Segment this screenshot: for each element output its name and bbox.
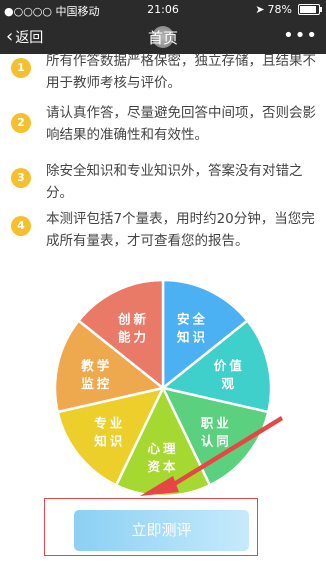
note-text: 本测评包括7个量表，用时约20分钟，当您完成所有量表，才可查看您的报告。 xyxy=(46,211,315,249)
battery-percent: 78% xyxy=(267,3,292,16)
battery-icon xyxy=(298,4,322,15)
pie-label-1-line1: 安全 xyxy=(177,312,208,327)
note-text: 除安全知识和专业知识外，答案没有对错之分。 xyxy=(46,163,303,201)
status-right: ➤ 78% xyxy=(255,3,322,16)
note-text: 所有作答数据严格保密，独立存储，且结果不用于教师考核与评价。 xyxy=(46,53,316,91)
note-number-badge: 3 xyxy=(11,168,31,188)
note-number-badge: 4 xyxy=(11,216,31,236)
note-number-badge: 2 xyxy=(11,113,31,133)
pie-label-2-line2: 观 xyxy=(222,376,238,391)
pie-label-5-line2: 知识 xyxy=(93,433,125,448)
pie-label-7-line2: 能力 xyxy=(118,330,149,345)
location-arrow-icon: ➤ xyxy=(255,3,265,16)
pie-label-6-line1: 教学 xyxy=(80,358,112,373)
nav-bar: ‹ 返回 首页 ••• xyxy=(0,20,326,54)
note-number-badge: 1 xyxy=(11,58,31,78)
pie-label-4-line1: 心理 xyxy=(147,441,178,456)
pie-label-3-line1: 职业 xyxy=(201,415,232,430)
start-test-button[interactable]: 立即测评 xyxy=(74,510,249,551)
page-title: 首页 xyxy=(147,29,178,47)
pie-label-2-line1: 价值 xyxy=(214,358,245,373)
pie-label-5-line1: 专业 xyxy=(94,415,125,430)
pie-label-1-line2: 知识 xyxy=(176,330,208,345)
pie-label-4-line2: 资本 xyxy=(147,459,178,474)
main-content: 1 所有作答数据严格保密，独立存储，且结果不用于教师考核与评价。 2 请认真作答… xyxy=(0,53,326,585)
pie-label-6-line2: 监控 xyxy=(81,376,112,391)
status-bar: ●○○○○ 中国移动 21:06 ➤ 78% xyxy=(0,0,326,20)
pie-label-7-line1: 创新 xyxy=(117,312,149,327)
dimension-pie-chart: 安全知识价值观职业认同心理资本专业知识教学监控创新能力 xyxy=(53,278,273,498)
pie-label-3-line2: 认同 xyxy=(201,433,232,448)
more-dots-icon[interactable]: ••• xyxy=(283,25,318,46)
note-text: 请认真作答，尽量避免回答中间项，否则会影响结果的准确性和有效性。 xyxy=(46,105,316,143)
